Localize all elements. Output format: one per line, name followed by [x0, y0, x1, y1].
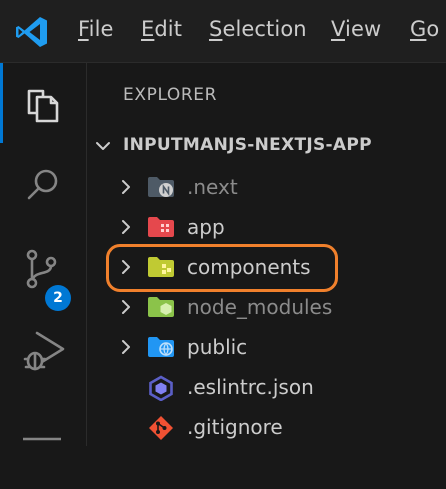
tree-item-label: node_modules [187, 295, 333, 319]
tree-item-label: components [187, 255, 311, 279]
menu-file[interactable]: File [78, 17, 114, 41]
run-debug-icon [23, 331, 65, 371]
eslint-icon [149, 375, 173, 401]
project-title: INPUTMANJS-NEXTJS-APP [123, 135, 372, 155]
next-folder-icon [148, 177, 174, 197]
search-icon [27, 169, 58, 200]
tree-item-label: .next [187, 175, 238, 199]
extensions-view-button[interactable] [0, 409, 86, 489]
tree-item-app[interactable]: app [87, 207, 446, 247]
tree-item-components[interactable]: components [87, 247, 446, 287]
source-control-badge: 2 [45, 285, 71, 311]
public-folder-icon [148, 337, 174, 357]
activity-bar: 2 [0, 63, 87, 446]
files-icon [27, 89, 59, 123]
explorer-sidebar: EXPLORER INPUTMANJS-NEXTJS-APP .next app [87, 63, 446, 446]
menu-selection[interactable]: Selection [209, 17, 307, 41]
chevron-down-icon [96, 142, 110, 150]
extensions-icon [23, 437, 61, 441]
sidebar-title: EXPLORER [123, 85, 218, 105]
tree-item-gitignore[interactable]: .gitignore [87, 407, 446, 447]
tree-item-label: .eslintrc.json [187, 375, 314, 399]
tree-item-eslintrc[interactable]: .eslintrc.json [87, 367, 446, 407]
project-section-header[interactable]: INPUTMANJS-NEXTJS-APP [87, 127, 446, 163]
run-debug-view-button[interactable] [0, 309, 86, 389]
tree-item-label: .gitignore [187, 415, 283, 439]
menu-view[interactable]: View [331, 17, 381, 41]
explorer-view-button[interactable] [0, 63, 86, 143]
tree-item-label: app [187, 215, 225, 239]
chevron-right-icon [122, 260, 130, 274]
components-folder-icon [148, 257, 174, 277]
app-folder-icon [148, 217, 174, 237]
vscode-logo-icon [16, 17, 47, 47]
tree-item-node-modules[interactable]: node_modules [87, 287, 446, 327]
tree-item-next[interactable]: .next [87, 167, 446, 207]
chevron-right-icon [122, 300, 130, 314]
tree-item-public[interactable]: public [87, 327, 446, 367]
chevron-right-icon [122, 340, 130, 354]
git-icon [149, 416, 173, 440]
title-bar: File Edit Selection View Go [0, 0, 446, 63]
source-control-view-button[interactable]: 2 [0, 227, 86, 311]
menu-edit[interactable]: Edit [141, 17, 182, 41]
menu-go[interactable]: Go [410, 17, 439, 41]
chevron-right-icon [122, 220, 130, 234]
search-view-button[interactable] [0, 145, 86, 225]
node-modules-folder-icon [148, 297, 174, 317]
tree-item-label: public [187, 335, 248, 359]
chevron-right-icon [122, 180, 130, 194]
